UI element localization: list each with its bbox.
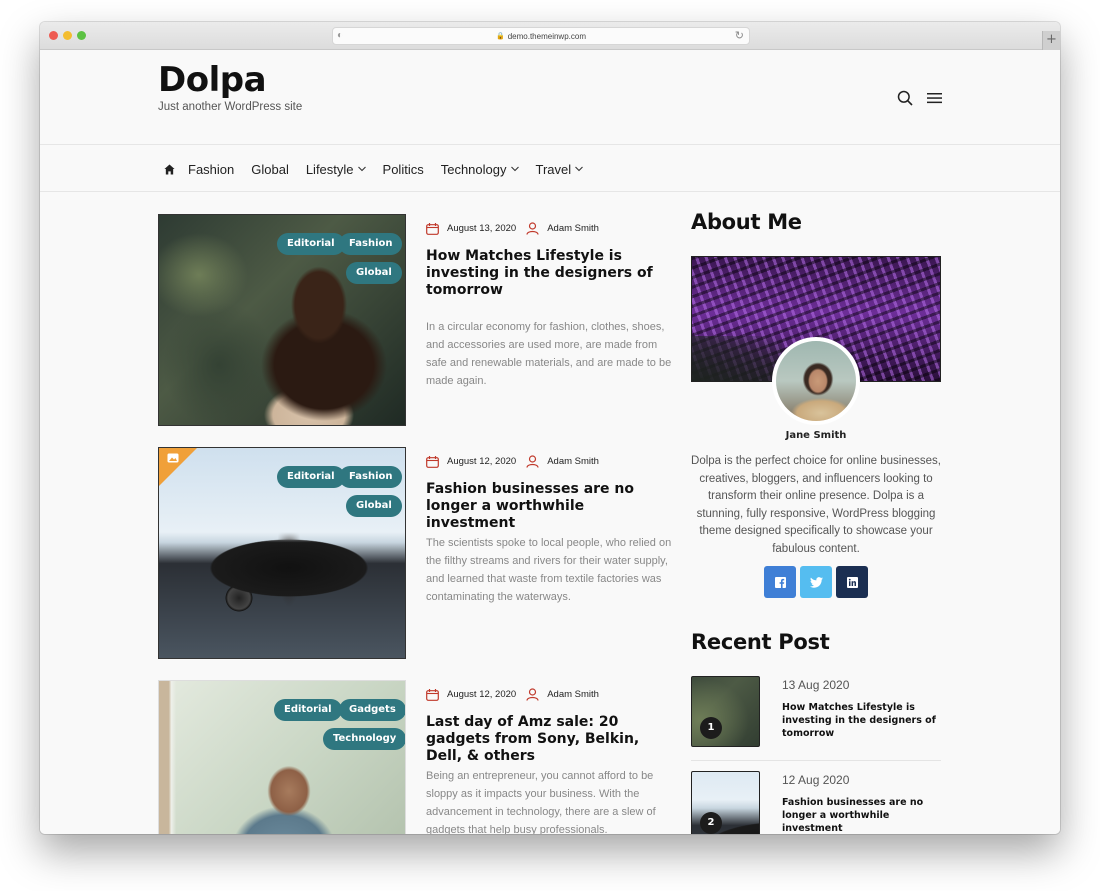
post-thumbnail[interactable]: Editorial Fashion Global xyxy=(158,214,406,426)
tag-global[interactable]: Global xyxy=(346,262,402,284)
recent-post-date: 12 Aug 2020 xyxy=(782,773,850,787)
gallery-icon xyxy=(167,453,179,463)
about-text: Dolpa is the perfect choice for online b… xyxy=(691,455,941,555)
post-thumbnail[interactable]: Editorial Gadgets Technology xyxy=(158,680,406,834)
nav-label: Lifestyle xyxy=(305,161,354,177)
about-widget-title: About Me xyxy=(691,210,802,234)
nav-label: Global xyxy=(251,161,289,177)
recent-post-thumbnail[interactable]: 2 xyxy=(691,771,760,834)
recent-post-item[interactable]: 1 13 Aug 2020 How Matches Lifestyle is i… xyxy=(691,676,941,761)
facebook-button[interactable] xyxy=(764,566,796,598)
post-title[interactable]: Fashion businesses are no longer a worth… xyxy=(426,481,676,532)
post-excerpt: Being an entrepreneur, you cannot afford… xyxy=(426,770,656,834)
nav-item-technology[interactable]: Technology xyxy=(441,162,519,177)
chevron-down-icon xyxy=(510,166,519,172)
recent-post-date: 13 Aug 2020 xyxy=(782,678,850,692)
tag-editorial[interactable]: Editorial xyxy=(277,466,345,488)
browser-titlebar: ◐ 🔒 demo.themeinwp.com ↻ + xyxy=(40,22,1060,50)
post-card: Editorial Fashion Global August 13, 2020… xyxy=(158,214,678,426)
home-icon[interactable] xyxy=(164,163,175,175)
address-bar[interactable]: ◐ 🔒 demo.themeinwp.com ↻ xyxy=(332,27,750,45)
divider xyxy=(691,760,941,761)
post-date[interactable]: August 12, 2020 xyxy=(447,689,516,700)
url-text: demo.themeinwp.com xyxy=(507,31,586,41)
tag-technology[interactable]: Technology xyxy=(323,728,405,750)
post-meta: August 12, 2020 Adam Smith xyxy=(426,688,599,701)
tag-gadgets[interactable]: Gadgets xyxy=(339,699,405,721)
close-window-button[interactable] xyxy=(49,31,58,40)
tag-global[interactable]: Global xyxy=(346,495,402,517)
post-card: Editorial Gadgets Technology August 12, … xyxy=(158,680,678,834)
post-card: Editorial Fashion Global August 12, 2020… xyxy=(158,447,678,659)
author-icon xyxy=(526,455,539,468)
site-title[interactable]: Dolpa xyxy=(158,60,267,100)
tag-fashion[interactable]: Fashion xyxy=(339,233,403,255)
maximize-window-button[interactable] xyxy=(77,31,86,40)
twitter-icon xyxy=(809,576,823,588)
social-links xyxy=(764,566,872,598)
recent-post-widget-title: Recent Post xyxy=(691,630,830,654)
nav-label: Fashion xyxy=(188,161,235,177)
post-date[interactable]: August 12, 2020 xyxy=(447,456,516,467)
post-author[interactable]: Adam Smith xyxy=(547,223,599,234)
calendar-icon xyxy=(426,688,439,701)
post-title[interactable]: How Matches Lifestyle is investing in th… xyxy=(426,248,676,299)
recent-post-thumbnail[interactable]: 1 xyxy=(691,676,760,747)
linkedin-button[interactable] xyxy=(836,566,868,598)
post-thumbnail[interactable]: Editorial Fashion Global xyxy=(158,447,406,659)
privacy-icon[interactable]: ◐ xyxy=(337,30,343,41)
post-author[interactable]: Adam Smith xyxy=(547,456,599,467)
post-author[interactable]: Adam Smith xyxy=(547,689,599,700)
post-meta: August 13, 2020 Adam Smith xyxy=(426,222,599,235)
calendar-icon xyxy=(426,455,439,468)
recent-post-title[interactable]: How Matches Lifestyle is investing in th… xyxy=(782,701,940,740)
nav-label: Travel xyxy=(535,161,572,177)
linkedin-icon xyxy=(846,576,858,588)
recent-post-item[interactable]: 2 12 Aug 2020 Fashion businesses are no … xyxy=(691,771,941,834)
recent-post-number: 2 xyxy=(700,812,722,834)
site-header: Dolpa Just another WordPress site xyxy=(40,50,1060,145)
new-tab-button[interactable]: + xyxy=(1042,31,1060,50)
nav-item-travel[interactable]: Travel xyxy=(536,162,584,177)
nav-item-lifestyle[interactable]: Lifestyle xyxy=(306,162,366,177)
nav-item-politics[interactable]: Politics xyxy=(383,162,424,177)
post-meta: August 12, 2020 Adam Smith xyxy=(426,455,599,468)
chevron-down-icon xyxy=(357,166,366,172)
post-date[interactable]: August 13, 2020 xyxy=(447,223,516,234)
author-icon xyxy=(526,688,539,701)
tag-editorial[interactable]: Editorial xyxy=(277,233,345,255)
post-excerpt: The scientists spoke to local people, wh… xyxy=(426,537,672,603)
recent-post-number: 1 xyxy=(700,717,722,739)
nav-item-fashion[interactable]: Fashion xyxy=(188,162,234,177)
author-icon xyxy=(526,222,539,235)
nav-item-global[interactable]: Global xyxy=(251,162,289,177)
chevron-down-icon xyxy=(575,166,584,172)
reload-icon[interactable]: ↻ xyxy=(735,29,744,42)
post-excerpt: In a circular economy for fashion, cloth… xyxy=(426,321,672,387)
search-icon[interactable] xyxy=(897,90,913,106)
calendar-icon xyxy=(426,222,439,235)
web-page: Dolpa Just another WordPress site Fashio… xyxy=(40,50,1060,834)
tag-editorial[interactable]: Editorial xyxy=(274,699,342,721)
tag-fashion[interactable]: Fashion xyxy=(339,466,403,488)
facebook-icon xyxy=(774,576,786,588)
sidebar: About Me Jane Smith Dolpa is the perfect… xyxy=(691,210,941,834)
author-avatar xyxy=(772,337,860,425)
post-title[interactable]: Last day of Amz sale: 20 gadgets from So… xyxy=(426,714,676,765)
nav-label: Technology xyxy=(440,161,507,177)
lock-icon: 🔒 xyxy=(496,33,505,40)
main-navigation: Fashion Global Lifestyle Politics Techno… xyxy=(40,146,1060,192)
minimize-window-button[interactable] xyxy=(63,31,72,40)
author-name: Jane Smith xyxy=(785,430,847,441)
recent-post-title[interactable]: Fashion businesses are no longer a worth… xyxy=(782,796,940,834)
twitter-button[interactable] xyxy=(800,566,832,598)
browser-window: ◐ 🔒 demo.themeinwp.com ↻ + Dolpa Just an… xyxy=(40,22,1060,834)
nav-label: Politics xyxy=(382,161,424,177)
site-tagline: Just another WordPress site xyxy=(158,101,303,113)
hamburger-menu-icon[interactable] xyxy=(927,91,942,105)
